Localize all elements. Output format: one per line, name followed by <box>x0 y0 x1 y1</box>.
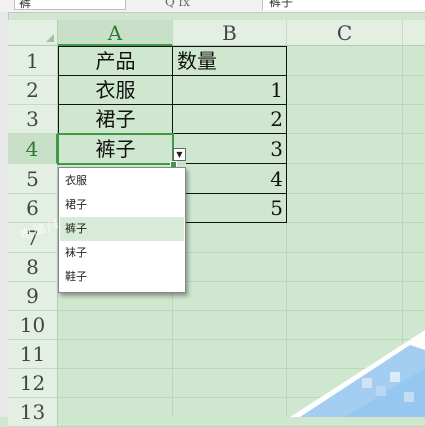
page-curl-decoration <box>290 330 425 417</box>
